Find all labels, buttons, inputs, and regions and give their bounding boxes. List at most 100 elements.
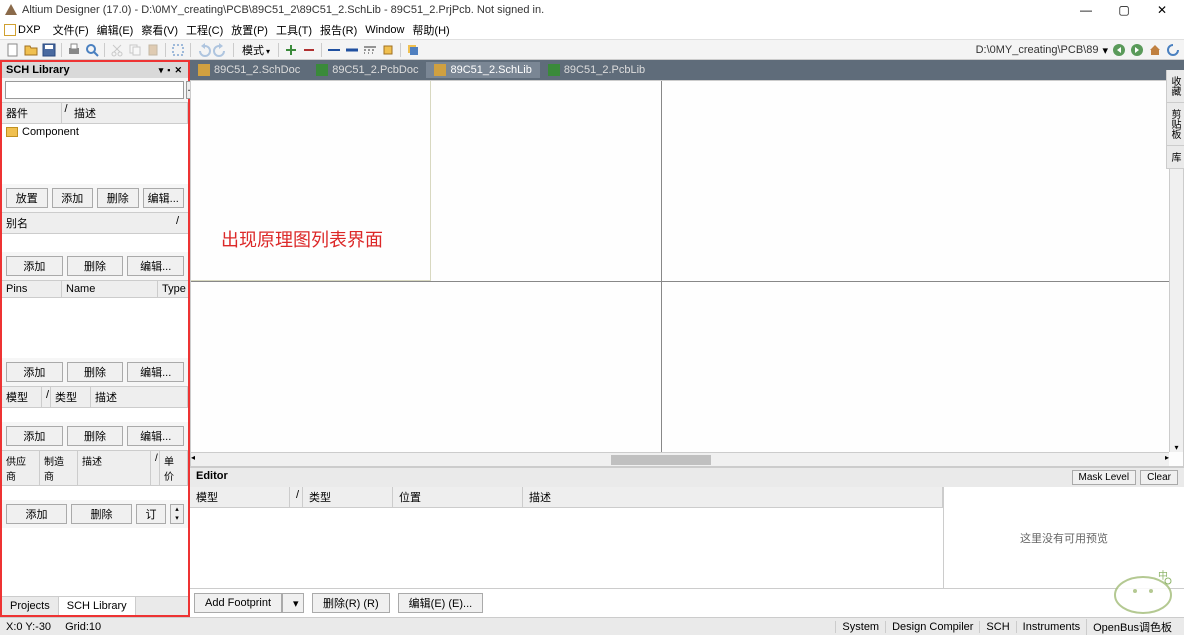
plus-icon[interactable] (283, 42, 299, 58)
ecol-model[interactable]: 模型 (190, 487, 290, 507)
refresh-icon[interactable] (1166, 43, 1180, 57)
col-desc[interactable]: 描述 (70, 103, 188, 123)
stab-openbus[interactable]: OpenBus调色板 (1086, 619, 1178, 635)
minimize-button[interactable]: — (1076, 3, 1096, 17)
tab-pcbdoc[interactable]: 89C51_2.PcbDoc (308, 62, 426, 78)
maximize-button[interactable]: ▢ (1114, 3, 1134, 17)
panel-menu-icon[interactable]: ▾ (159, 65, 164, 76)
copy-icon[interactable] (127, 42, 143, 58)
stab-sch[interactable]: SCH (979, 621, 1015, 633)
wire-icon[interactable] (326, 42, 342, 58)
menu-window[interactable]: Window (361, 24, 408, 36)
tab-projects[interactable]: Projects (2, 597, 59, 615)
undo-icon[interactable] (195, 42, 211, 58)
minus-icon[interactable] (301, 42, 317, 58)
pin-delete-button[interactable]: 删除 (67, 362, 124, 382)
mask-level-button[interactable]: Mask Level (1072, 470, 1137, 485)
menu-tools[interactable]: 工具(T) (272, 22, 316, 38)
dxp-menu[interactable]: DXP (4, 24, 41, 36)
place-dropdown[interactable] (380, 42, 396, 58)
print-icon[interactable] (66, 42, 82, 58)
col-vendor[interactable]: 供应商 (2, 451, 40, 485)
rtab-lib[interactable]: 库 (1167, 146, 1184, 169)
menu-view[interactable]: 察看(V) (137, 22, 182, 38)
cut-icon[interactable] (109, 42, 125, 58)
model-delete-button[interactable]: 删除 (67, 426, 124, 446)
schematic-canvas[interactable]: 出现原理图列表界面 (191, 81, 1169, 452)
col-mtype[interactable]: 类型 (51, 387, 91, 407)
menu-place[interactable]: 放置(P) (227, 22, 272, 38)
close-button[interactable]: ✕ (1152, 3, 1172, 17)
ecol-pos[interactable]: 位置 (393, 487, 523, 507)
horizontal-scrollbar[interactable] (191, 452, 1169, 466)
alias-edit-button[interactable]: 编辑... (127, 256, 184, 276)
tab-schdoc[interactable]: 89C51_2.SchDoc (190, 62, 308, 78)
new-icon[interactable] (5, 42, 21, 58)
nav-fwd-icon[interactable] (1130, 43, 1144, 57)
rtab-clip[interactable]: 剪贴板 (1167, 103, 1184, 146)
delete-button[interactable]: 删除 (97, 188, 139, 208)
bus-icon[interactable] (344, 42, 360, 58)
place-button[interactable]: 放置 (6, 188, 48, 208)
order-spinner[interactable]: ▴▾ (170, 504, 184, 524)
alias-header[interactable]: 别名 (6, 215, 176, 231)
editor-delete-button[interactable]: 删除(R) (R) (312, 593, 390, 613)
axis-h (191, 281, 1169, 282)
menu-project[interactable]: 工程(C) (182, 22, 227, 38)
col-device[interactable]: 器件 (2, 103, 62, 123)
tab-schlib-doc[interactable]: 89C51_2.SchLib (426, 62, 539, 78)
menu-edit[interactable]: 编辑(E) (93, 22, 138, 38)
rtab-fav[interactable]: 收藏 (1167, 70, 1184, 103)
ecol-type[interactable]: 类型 (303, 487, 393, 507)
library-search-input[interactable] (5, 81, 184, 99)
pin-add-button[interactable]: 添加 (6, 362, 63, 382)
add-footprint-dropdown[interactable]: ▾ (282, 593, 304, 613)
supplier-delete-button[interactable]: 删除 (71, 504, 132, 524)
editor-edit-button[interactable]: 编辑(E) (E)... (398, 593, 484, 613)
model-edit-button[interactable]: 编辑... (127, 426, 184, 446)
menu-help[interactable]: 帮助(H) (408, 22, 453, 38)
col-mdesc[interactable]: 描述 (91, 387, 188, 407)
select-icon[interactable] (170, 42, 186, 58)
col-sdesc[interactable]: 描述 (78, 451, 151, 485)
col-price[interactable]: 单价 (160, 451, 188, 485)
menu-report[interactable]: 报告(R) (316, 22, 361, 38)
panel-close-icon[interactable]: ✕ (174, 65, 182, 76)
add-button[interactable]: 添加 (52, 188, 94, 208)
line-style-dropdown[interactable] (362, 42, 378, 58)
stab-instruments[interactable]: Instruments (1016, 621, 1086, 633)
paste-icon[interactable] (145, 42, 161, 58)
open-icon[interactable] (23, 42, 39, 58)
order-button[interactable]: 订 (136, 504, 166, 524)
alias-add-button[interactable]: 添加 (6, 256, 63, 276)
path-dropdown-icon[interactable]: ▾ (1102, 44, 1108, 57)
model-add-button[interactable]: 添加 (6, 426, 63, 446)
pin-edit-button[interactable]: 编辑... (127, 362, 184, 382)
add-footprint-button[interactable]: Add Footprint (194, 593, 282, 613)
menu-file[interactable]: 文件(F) (49, 22, 93, 38)
stab-system[interactable]: System (835, 621, 885, 633)
home-icon[interactable] (1148, 43, 1162, 57)
col-name[interactable]: Name (62, 281, 158, 297)
panel-pin-icon[interactable]: ▪ (167, 65, 170, 75)
redo-icon[interactable] (213, 42, 229, 58)
component-item[interactable]: Component (2, 124, 188, 140)
col-type[interactable]: Type (158, 281, 188, 297)
schlib-icon (434, 64, 446, 76)
layer-dropdown[interactable] (405, 42, 421, 58)
tab-pcblib[interactable]: 89C51_2.PcbLib (540, 62, 653, 78)
ecol-desc[interactable]: 描述 (523, 487, 943, 507)
save-icon[interactable] (41, 42, 57, 58)
stab-design[interactable]: Design Compiler (885, 621, 979, 633)
tab-schlib[interactable]: SCH Library (59, 597, 136, 615)
preview-icon[interactable] (84, 42, 100, 58)
edit-button[interactable]: 编辑... (143, 188, 185, 208)
nav-back-icon[interactable] (1112, 43, 1126, 57)
alias-delete-button[interactable]: 删除 (67, 256, 124, 276)
clear-button[interactable]: Clear (1140, 470, 1178, 485)
col-pins[interactable]: Pins (2, 281, 62, 297)
col-model[interactable]: 模型 (2, 387, 42, 407)
mode-dropdown[interactable]: 模式 (237, 41, 275, 59)
col-mfr[interactable]: 制造商 (40, 451, 78, 485)
supplier-add-button[interactable]: 添加 (6, 504, 67, 524)
